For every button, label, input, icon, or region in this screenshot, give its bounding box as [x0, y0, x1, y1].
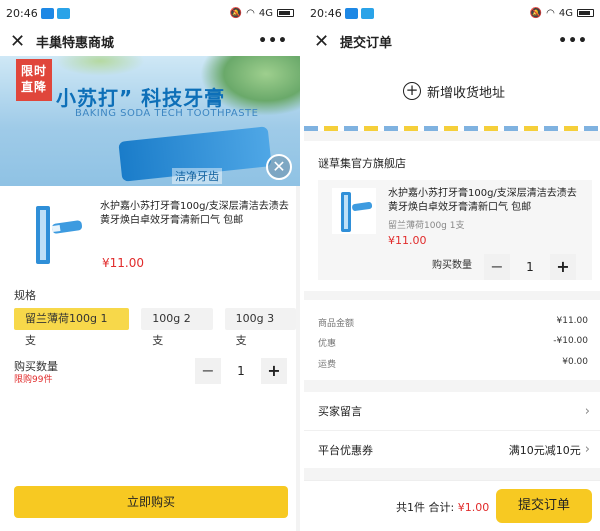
- chevron-right-icon: ›: [584, 442, 590, 457]
- network-label: 4G: [258, 7, 273, 19]
- spec-option-selected[interactable]: 留兰薄荷100g 1支: [14, 308, 130, 347]
- coupon-label: 平台优惠券: [318, 443, 373, 457]
- shop-name[interactable]: 谜草集官方旗舰店: [318, 155, 406, 171]
- plus-circle-icon: +: [402, 82, 421, 100]
- app-notification-icon: [360, 7, 374, 19]
- chevron-right-icon: ›: [584, 403, 590, 419]
- checkout-footer: 共1件 合计: ¥1.00 提交订单: [304, 480, 600, 531]
- product-thumbnail: [22, 200, 86, 268]
- page-title: 提交订单: [340, 35, 393, 51]
- item-spec: 留兰薄荷100g 1支: [388, 221, 465, 231]
- summary-row-subtotal: 商品金额 ¥11.00: [318, 316, 588, 329]
- battery-icon: [277, 9, 294, 17]
- order-item-card: 谜草集官方旗舰店 水护嘉小苏打牙膏100g/支深层清洁去渍去黄牙焕白卓效牙膏清新…: [304, 141, 600, 291]
- total-amount: ¥1.00: [457, 501, 490, 514]
- status-bar: 20:46 🔕 ◠ 4G: [304, 0, 600, 26]
- buyer-message-label: 买家留言: [318, 405, 362, 418]
- item-quantity-stepper: − 1 +: [484, 254, 576, 280]
- more-options-icon[interactable]: •••: [558, 33, 588, 49]
- app-notification-icon: [56, 7, 70, 19]
- spec-options: 留兰薄荷100g 1支 100g 2支 100g 3支: [14, 308, 297, 347]
- promo-banner: 限时 直降 小苏打” 科技牙膏 BAKING SODA TECH TOOTHPA…: [0, 56, 300, 186]
- decrement-button[interactable]: −: [195, 358, 221, 384]
- envelope-stripe-divider: [304, 126, 600, 131]
- mute-icon: 🔕: [529, 7, 543, 19]
- order-item: 水护嘉小苏打牙膏100g/支深层清洁去渍去黄牙焕白卓效牙膏清新口气 包邮 留兰薄…: [318, 180, 592, 280]
- limited-time-tag: 限时 直降: [16, 59, 52, 101]
- network-label: 4G: [558, 7, 573, 19]
- close-icon[interactable]: ✕: [10, 31, 30, 52]
- product-name: 水护嘉小苏打牙膏100g/支深层清洁去渍去黄牙焕白卓效牙膏清新口气 包邮: [100, 201, 289, 226]
- spec-option[interactable]: 100g 3支: [224, 308, 297, 347]
- buyer-message-row[interactable]: 买家留言 ›: [304, 392, 600, 430]
- title-bar: ✕ 提交订单 •••: [304, 26, 600, 56]
- app-notification-icon: [40, 7, 54, 19]
- submit-order-button[interactable]: 提交订单: [496, 489, 592, 523]
- wifi-icon: ◠: [546, 7, 555, 19]
- clock: 20:46: [6, 6, 38, 20]
- wifi-icon: ◠: [246, 7, 255, 19]
- quantity-value[interactable]: 1: [221, 364, 261, 378]
- close-icon[interactable]: ✕: [314, 31, 334, 52]
- sku-bottom-sheet: 水护嘉小苏打牙膏100g/支深层清洁去渍去黄牙焕白卓效牙膏清新口气 包邮 ¥11…: [0, 186, 297, 531]
- decrement-button[interactable]: −: [484, 254, 510, 280]
- product-page-screen: 20:46 🔕 ◠ 4G ✕ 丰巢特惠商城 ••• 限时 直降 小苏打” 科技牙…: [0, 0, 300, 531]
- close-sheet-icon[interactable]: ✕: [266, 154, 292, 180]
- coupon-value: 满10元减10元: [508, 443, 581, 457]
- banner-subline: BAKING SODA TECH TOOTHPASTE: [75, 108, 259, 119]
- item-name: 水护嘉小苏打牙膏100g/支深层清洁去渍去黄牙焕白卓效牙膏清新口气 包邮: [388, 188, 577, 213]
- order-submit-screen: 20:46 🔕 ◠ 4G ✕ 提交订单 ••• + 新增收货地址 谜草集官方旗舰…: [300, 0, 600, 531]
- spec-label: 规格: [14, 289, 36, 302]
- banner-headline: 小苏打” 科技牙膏: [56, 86, 226, 110]
- quantity-stepper: − 1 +: [195, 358, 287, 384]
- banner-clean-text: 洁净牙齿: [172, 168, 222, 184]
- price-summary: 商品金额 ¥11.00 优惠 -¥10.00 运费 ¥0.00: [304, 300, 600, 380]
- quantity-value[interactable]: 1: [510, 260, 550, 274]
- mint-leaf-decoration: [55, 56, 145, 76]
- order-total: 共1件 合计: ¥1.00: [396, 501, 490, 514]
- quantity-limit: 限购99件: [14, 375, 53, 385]
- summary-row-shipping: 运费 ¥0.00: [318, 357, 588, 370]
- increment-button[interactable]: +: [261, 358, 287, 384]
- buy-now-button[interactable]: 立即购买: [14, 486, 288, 518]
- item-quantity-label: 购买数量: [432, 260, 472, 271]
- app-notification-icon: [344, 7, 358, 19]
- page-title: 丰巢特惠商城: [36, 35, 115, 51]
- clock: 20:46: [310, 6, 342, 20]
- title-bar: ✕ 丰巢特惠商城 •••: [0, 26, 300, 56]
- add-address-button[interactable]: + 新增收货地址: [304, 56, 600, 126]
- product-price: ¥11.00: [102, 256, 144, 270]
- status-bar: 20:46 🔕 ◠ 4G: [0, 0, 300, 26]
- battery-icon: [577, 9, 594, 17]
- summary-row-discount: 优惠 -¥10.00: [318, 336, 588, 349]
- add-address-label: 新增收货地址: [426, 85, 505, 101]
- platform-coupon-row[interactable]: 平台优惠券 满10元减10元 ›: [304, 430, 600, 468]
- more-options-icon[interactable]: •••: [258, 33, 288, 49]
- item-price: ¥11.00: [388, 234, 427, 247]
- spec-option[interactable]: 100g 2支: [141, 308, 213, 347]
- item-thumbnail: [332, 188, 376, 234]
- mute-icon: 🔕: [229, 7, 243, 19]
- increment-button[interactable]: +: [550, 254, 576, 280]
